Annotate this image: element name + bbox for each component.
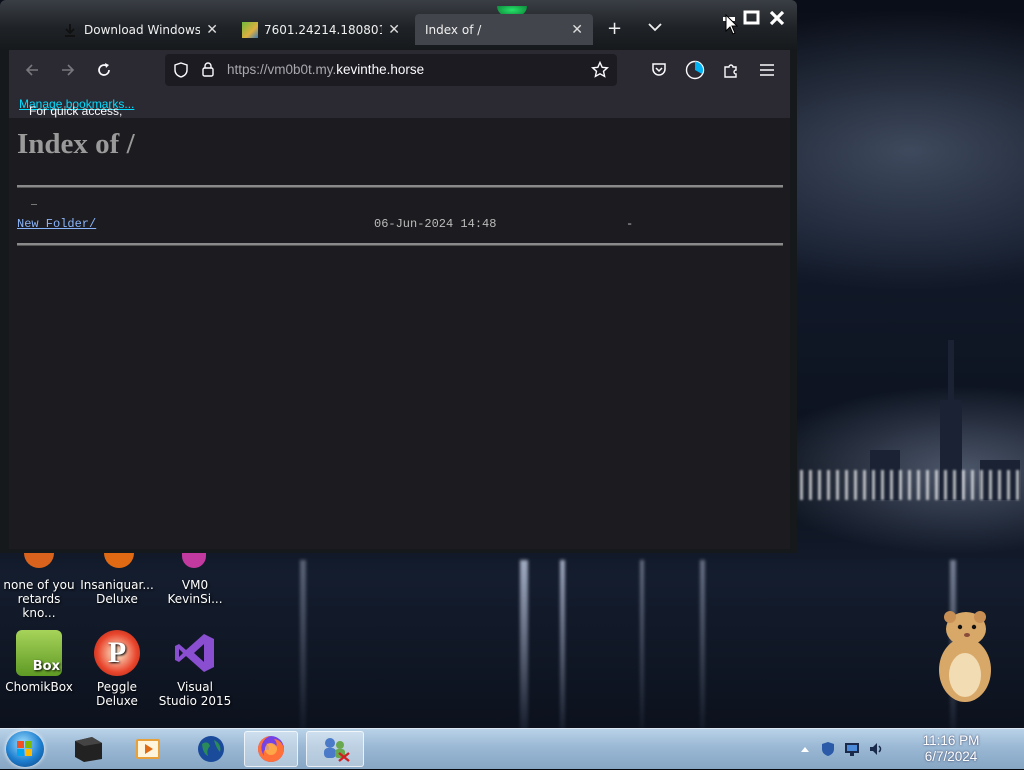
image-favicon-icon [242,21,258,38]
download-favicon-icon [62,22,78,38]
desktop-icon-label: Insaniquar... Deluxe [80,578,154,606]
tab-label: 7601.24214.180801-170( [264,22,382,37]
desktop-icon-label: Visual Studio 2015 [158,680,232,708]
parent-dir-marker [31,204,37,209]
bookmarks-toolbar: For quick access, place your bookmarks h… [9,90,790,174]
folder-date: 06-Jun-2024 14:48 [374,217,497,231]
extensions-puzzle-icon[interactable] [720,59,742,81]
folder-size: - [626,217,634,231]
desktop-icon[interactable]: P Peggle Deluxe [80,630,154,708]
close-tab-icon[interactable]: ✕ [206,22,218,38]
folder-link[interactable]: New Folder/ [17,217,96,231]
tab-label: Download Windows 7 [ [84,22,201,37]
desktop-icon[interactable]: Visual Studio 2015 [158,630,232,708]
account-button[interactable] [684,59,706,81]
water-reflection [300,560,306,730]
city-lights [800,470,1024,500]
desktop-icon[interactable]: VM0 KevinSi... [158,550,232,606]
chomikbox-icon: Box [16,630,62,676]
divider [17,243,783,246]
desktop-icon[interactable]: none of you retards kno... [2,550,76,620]
mouse-cursor-icon [725,13,739,36]
hamster-desktop-pet [930,605,1000,705]
address-bar[interactable]: https://vm0b0t.my.kevinthe.horse [165,54,617,86]
bookmark-star-icon[interactable] [590,60,610,82]
shield-icon[interactable] [173,62,189,81]
clock-date: 6/7/2024 [924,749,978,764]
nav-toolbar: https://vm0b0t.my.kevinthe.horse [9,50,790,90]
tab-index-of[interactable]: Index of / ✕ [415,14,593,45]
page-title: Index of / [17,128,135,160]
bookmarks-hint: For quick access, place your bookmarks h… [19,97,134,174]
reload-button[interactable] [93,59,115,81]
volume-icon[interactable] [868,741,884,757]
close-tab-icon[interactable]: ✕ [388,22,400,38]
url-prefix: https://vm0b0t.my. [227,62,337,77]
hamburger-menu-icon[interactable] [756,59,778,81]
window-border-left[interactable] [0,50,9,550]
divider [17,185,783,188]
window-border-bottom[interactable] [0,549,797,553]
desktop-icon-label: ChomikBox [5,680,73,694]
start-button[interactable] [6,731,44,767]
water-reflection [560,560,565,730]
desktop-icon[interactable]: Box ChomikBox [2,630,76,694]
tab-label: Index of / [425,22,482,37]
network-icon[interactable] [844,741,860,757]
taskbar-media-player-app[interactable] [120,731,176,767]
taskbar-clock[interactable]: 11:16 PM 6/7/2024 [896,733,1006,765]
tab-download-windows-7[interactable]: Download Windows 7 [ ✕ [52,14,228,45]
water-reflection [640,560,644,730]
forward-button[interactable] [57,59,79,81]
new-tab-button[interactable]: + [607,18,622,39]
desktop-icon-label: Peggle Deluxe [96,680,138,708]
page-content: Index of / New Folder/ 06-Jun-2024 14:48… [9,118,790,549]
window-border-right[interactable] [790,50,797,550]
desktop-icon-label: VM0 KevinSi... [167,578,223,606]
desktop-icon-label: none of you retards kno... [3,578,75,620]
list-item[interactable]: New Folder/ [17,217,96,231]
browser-window: Download Windows 7 [ ✕ 7601.24214.180801… [0,0,797,553]
tab-7601-image[interactable]: 7601.24214.180801-170( ✕ [232,14,410,45]
taskbar-globe-app[interactable] [183,731,239,767]
show-hidden-icons-button[interactable] [797,741,813,757]
defender-shield-icon[interactable] [820,741,836,757]
taskbar-firefox-app[interactable] [244,731,298,767]
desktop-icon[interactable]: Insaniquar... Deluxe [80,550,154,606]
clock-time: 11:16 PM [922,733,980,748]
pocket-button[interactable] [648,59,670,81]
maximize-button[interactable] [741,8,763,28]
water-reflection [700,560,705,730]
taskbar: 11:16 PM 6/7/2024 [0,728,1024,769]
close-window-button[interactable] [766,8,788,28]
peggle-icon: P [94,630,140,676]
url-host: kevinthe.horse [336,62,425,77]
visual-studio-icon [172,630,218,676]
lock-icon[interactable] [201,61,215,80]
close-tab-icon[interactable]: ✕ [571,22,583,38]
back-button[interactable] [21,59,43,81]
water-reflection [520,560,528,730]
taskbar-terminal-app[interactable] [60,731,116,767]
taskbar-network-users-app[interactable] [306,731,364,767]
url-text[interactable]: https://vm0b0t.my.kevinthe.horse [227,62,424,77]
list-all-tabs-button[interactable] [648,20,662,36]
